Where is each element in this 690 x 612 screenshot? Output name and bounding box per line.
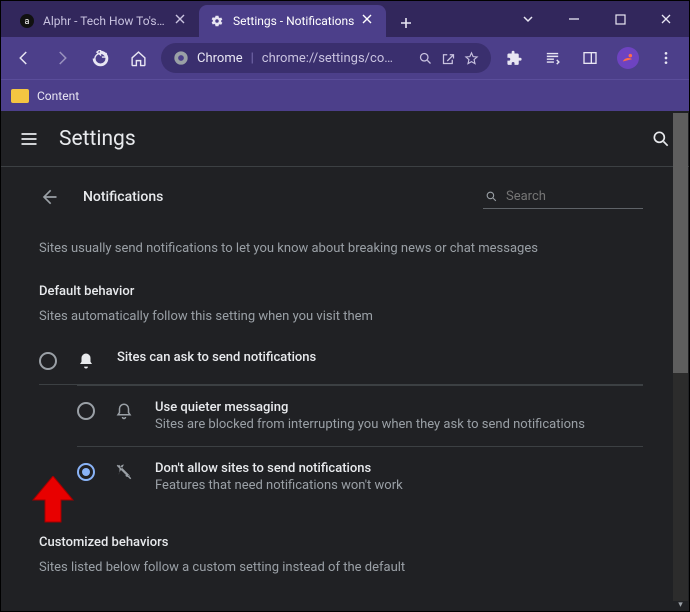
share-icon[interactable] <box>441 51 456 66</box>
search-icon[interactable] <box>651 129 671 149</box>
option-title: Sites can ask to send notifications <box>117 350 643 365</box>
forward-button[interactable] <box>47 43 77 73</box>
bookmark-item[interactable]: Content <box>37 89 79 103</box>
close-window-button[interactable] <box>643 1 689 37</box>
bell-icon <box>77 352 97 370</box>
settings-header: Settings <box>1 111 689 167</box>
settings-content: Notifications Sites usually send notific… <box>1 167 681 611</box>
tab-title: Settings - Notifications <box>233 14 354 28</box>
bell-off-icon <box>115 463 135 481</box>
back-arrow-icon[interactable] <box>39 187 59 207</box>
search-input[interactable] <box>506 189 641 204</box>
search-icon <box>485 189 498 204</box>
zoom-icon[interactable] <box>418 51 433 66</box>
option-dont-allow[interactable]: Don't allow sites to send notifications … <box>77 447 643 507</box>
section-default-behavior: Default behavior <box>39 284 643 299</box>
page-subheader: Notifications <box>1 167 681 221</box>
reading-list-icon[interactable] <box>537 43 567 73</box>
profile-avatar[interactable] <box>613 43 643 73</box>
page-description: Sites usually send notifications to let … <box>39 241 643 256</box>
scrollbar-thumb[interactable] <box>673 113 688 373</box>
maximize-button[interactable] <box>597 1 643 37</box>
new-tab-button[interactable] <box>392 9 420 37</box>
radio-button-selected[interactable] <box>77 463 95 481</box>
scroll-down-icon[interactable]: ▾ <box>673 600 688 610</box>
separator: | <box>251 51 254 66</box>
window-titlebar: a Alphr - Tech How To's & G Settings - N… <box>1 1 689 37</box>
chevron-down-icon[interactable] <box>505 1 551 37</box>
chrome-logo-icon <box>173 50 189 66</box>
tab-settings[interactable]: Settings - Notifications <box>199 5 386 37</box>
menu-icon[interactable] <box>651 43 681 73</box>
window-controls <box>505 1 689 37</box>
radio-button[interactable] <box>39 352 57 370</box>
tab-alphr[interactable]: a Alphr - Tech How To's & G <box>9 5 199 37</box>
svg-text:a: a <box>25 17 30 27</box>
search-field[interactable] <box>483 185 643 209</box>
option-title: Don't allow sites to send notifications <box>155 461 643 476</box>
option-ask[interactable]: Sites can ask to send notifications <box>39 336 643 385</box>
option-title: Use quieter messaging <box>155 400 643 415</box>
folder-icon <box>11 89 29 103</box>
star-icon[interactable] <box>464 51 479 66</box>
minimize-button[interactable] <box>551 1 597 37</box>
scrollbar[interactable] <box>673 113 688 601</box>
section-customized: Customized behaviors <box>39 535 643 550</box>
browser-toolbar: Chrome | chrome://settings/co… <box>1 37 689 79</box>
section-customized-desc: Sites listed below follow a custom setti… <box>39 560 643 575</box>
reload-button[interactable] <box>85 43 115 73</box>
page-title: Settings <box>59 127 136 151</box>
address-bar[interactable]: Chrome | chrome://settings/co… <box>161 43 491 73</box>
radio-button[interactable] <box>77 402 95 420</box>
section-default-behavior-desc: Sites automatically follow this setting … <box>39 309 643 324</box>
hamburger-icon[interactable] <box>19 129 39 149</box>
side-panel-icon[interactable] <box>575 43 605 73</box>
home-button[interactable] <box>123 43 153 73</box>
close-icon[interactable] <box>362 14 376 28</box>
favicon-alphr: a <box>19 13 35 29</box>
gear-icon <box>209 13 225 29</box>
option-desc: Sites are blocked from interrupting you … <box>155 417 643 432</box>
tab-title: Alphr - Tech How To's & G <box>43 14 167 28</box>
bell-outline-icon <box>115 402 135 420</box>
url-text: chrome://settings/co… <box>262 51 410 66</box>
back-button[interactable] <box>9 43 39 73</box>
extensions-icon[interactable] <box>499 43 529 73</box>
scheme-label: Chrome <box>197 51 243 66</box>
option-quieter[interactable]: Use quieter messaging Sites are blocked … <box>77 386 643 447</box>
option-desc: Features that need notifications won't w… <box>155 478 643 493</box>
close-icon[interactable] <box>175 14 189 28</box>
bookmarks-bar: Content <box>1 79 689 111</box>
subpage-title: Notifications <box>83 189 163 205</box>
